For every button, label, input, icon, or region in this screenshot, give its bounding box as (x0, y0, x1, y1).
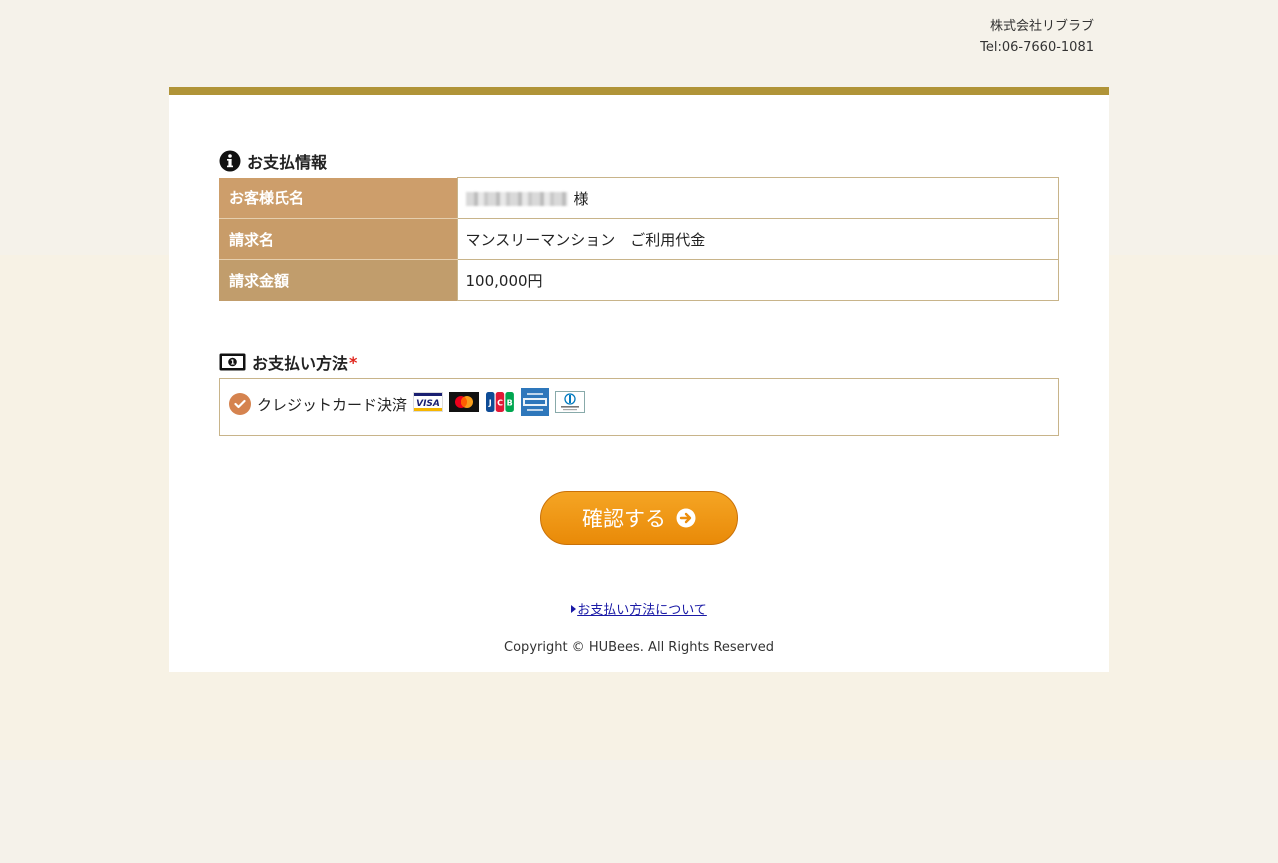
payment-card: お支払情報 お客様氏名 様 請求名 マンスリーマンション ご利用代金 請求金額 … (169, 87, 1109, 672)
company-name: 株式会社リブラブ (989, 19, 1094, 34)
required-mark: * (349, 352, 358, 372)
payment-method-box: クレジットカード決済 VISA JCB (219, 378, 1059, 436)
confirm-button[interactable]: 確認する (540, 491, 738, 545)
customer-name-label: お客様氏名 (219, 177, 457, 219)
company-info: 株式会社リブラブ Tel:06-7660-1081 (980, 16, 1094, 58)
help-link-row: お支払い方法について (169, 599, 1109, 618)
card-brands: VISA JCB (413, 388, 591, 420)
customer-name-value: 様 (456, 177, 1059, 219)
payment-method-heading: 1 お支払い方法 * (219, 350, 357, 374)
visa-icon: VISA (413, 392, 444, 416)
payment-method-title: お支払い方法 (252, 354, 349, 373)
payment-info-title: お支払情報 (247, 153, 328, 172)
triangle-right-icon (571, 605, 577, 613)
svg-text:J: J (488, 399, 492, 408)
confirm-label: 確認する (582, 507, 666, 531)
payment-info-table: お客様氏名 様 請求名 マンスリーマンション ご利用代金 請求金額 100,00… (219, 177, 1059, 301)
billing-name-value: マンスリーマンション ご利用代金 (456, 218, 1059, 260)
check-icon[interactable] (229, 393, 251, 415)
billing-name-label: 請求名 (219, 218, 457, 260)
svg-text:VISA: VISA (416, 399, 440, 409)
arrow-right-circle-icon (676, 508, 696, 528)
jcb-icon: JCB (485, 391, 515, 417)
svg-text:B: B (507, 399, 513, 408)
table-row: お客様氏名 様 (219, 177, 1059, 219)
payment-info-heading: お支払情報 (219, 149, 327, 173)
diners-club-icon (555, 391, 586, 417)
redacted-name (465, 192, 568, 206)
info-icon (219, 150, 241, 172)
payment-method-help-link[interactable]: お支払い方法について (577, 603, 707, 618)
mastercard-icon (449, 392, 480, 416)
credit-card-option[interactable]: クレジットカード決済 VISA JCB (229, 388, 591, 420)
credit-card-label: クレジットカード決済 (257, 395, 408, 414)
billing-amount-value: 100,000円 (456, 259, 1059, 301)
copyright: Copyright © HUBees. All Rights Reserved (504, 640, 774, 655)
money-icon: 1 (219, 353, 246, 371)
table-row: 請求金額 100,000円 (219, 259, 1059, 301)
billing-amount-label: 請求金額 (219, 259, 457, 301)
amex-icon (521, 388, 550, 420)
svg-text:1: 1 (230, 359, 235, 367)
company-tel: Tel:06-7660-1081 (980, 40, 1094, 55)
table-row: 請求名 マンスリーマンション ご利用代金 (219, 218, 1059, 260)
svg-text:C: C (497, 399, 503, 408)
